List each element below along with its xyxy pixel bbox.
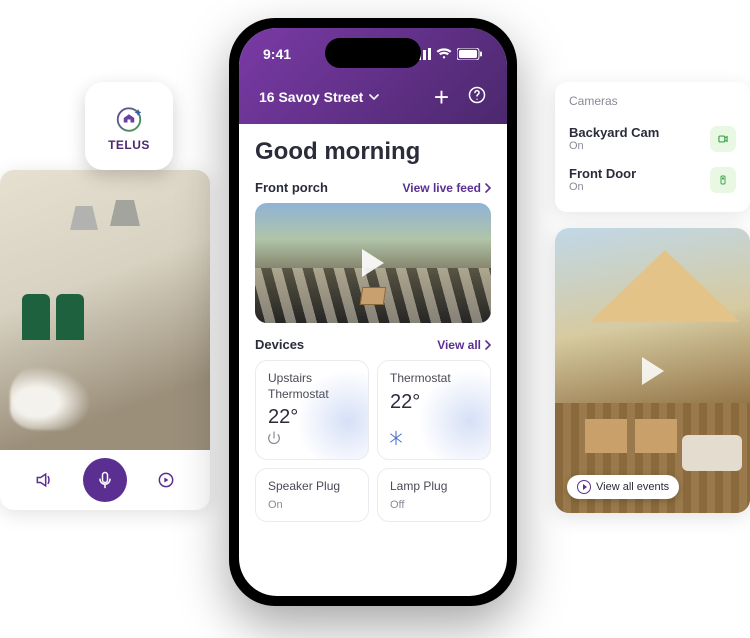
power-icon bbox=[266, 430, 282, 451]
help-button[interactable] bbox=[467, 85, 487, 109]
phone-frame: 9:41 16 Savoy Street + bbox=[229, 18, 517, 606]
camera-status-icon bbox=[710, 167, 736, 193]
greeting-title: Good morning bbox=[255, 138, 491, 166]
chevron-down-icon bbox=[369, 92, 379, 102]
devices-title: Devices bbox=[255, 337, 304, 352]
wifi-icon bbox=[436, 48, 452, 60]
camera-status-icon bbox=[710, 126, 736, 152]
front-porch-title: Front porch bbox=[255, 180, 328, 195]
dynamic-island bbox=[325, 38, 421, 68]
speaker-icon[interactable] bbox=[27, 463, 61, 497]
play-icon bbox=[362, 249, 384, 277]
view-all-label: View all bbox=[437, 338, 481, 352]
status-time: 9:41 bbox=[263, 46, 291, 62]
snowflake-icon bbox=[388, 430, 404, 451]
device-card-speaker-plug[interactable]: Speaker Plug On bbox=[255, 468, 369, 522]
camera-state: On bbox=[569, 181, 636, 193]
replay-icon[interactable] bbox=[149, 463, 183, 497]
camera-name: Backyard Cam bbox=[569, 125, 659, 140]
view-all-events-button[interactable]: View all events bbox=[567, 475, 679, 499]
device-card-thermostat[interactable]: Thermostat 22° bbox=[377, 360, 491, 460]
device-name: Lamp Plug bbox=[390, 479, 478, 495]
camera-name: Front Door bbox=[569, 166, 636, 181]
view-all-devices-link[interactable]: View all bbox=[437, 338, 491, 352]
cameras-title: Cameras bbox=[569, 94, 736, 108]
device-card-lamp-plug[interactable]: Lamp Plug Off bbox=[377, 468, 491, 522]
home-sparkle-icon bbox=[111, 100, 147, 136]
device-card-upstairs-thermostat[interactable]: Upstairs Thermostat 22° bbox=[255, 360, 369, 460]
indoor-camera-image[interactable] bbox=[0, 170, 210, 450]
camera-row-front-door[interactable]: Front Door On bbox=[569, 159, 736, 200]
phone-screen: 9:41 16 Savoy Street + bbox=[239, 28, 507, 596]
battery-icon bbox=[457, 48, 483, 60]
status-indicators bbox=[413, 48, 483, 60]
view-all-events-label: View all events bbox=[596, 481, 669, 493]
device-state: On bbox=[268, 499, 356, 511]
camera-feed-controls bbox=[0, 450, 210, 510]
patio-camera-feed-card[interactable]: View all events bbox=[555, 228, 750, 513]
view-live-feed-label: View live feed bbox=[403, 181, 482, 195]
camera-row-backyard[interactable]: Backyard Cam On bbox=[569, 118, 736, 159]
device-name: Speaker Plug bbox=[268, 479, 356, 495]
chevron-right-icon bbox=[485, 183, 491, 193]
device-state: Off bbox=[390, 499, 478, 511]
play-icon bbox=[642, 357, 664, 385]
camera-state: On bbox=[569, 140, 659, 152]
location-label: 16 Savoy Street bbox=[259, 89, 363, 105]
microphone-button[interactable] bbox=[83, 458, 127, 502]
view-live-feed-link[interactable]: View live feed bbox=[403, 181, 492, 195]
location-selector[interactable]: 16 Savoy Street bbox=[259, 89, 379, 105]
add-button[interactable]: + bbox=[434, 84, 449, 110]
app-icon-badge: TELUS bbox=[85, 82, 173, 170]
app-name-label: TELUS bbox=[108, 138, 150, 152]
chevron-right-icon bbox=[485, 340, 491, 350]
play-circle-icon bbox=[577, 480, 591, 494]
indoor-camera-feed-card bbox=[0, 170, 210, 510]
cameras-list-card: Cameras Backyard Cam On Front Door On bbox=[555, 82, 750, 212]
front-porch-thumbnail[interactable] bbox=[255, 203, 491, 323]
